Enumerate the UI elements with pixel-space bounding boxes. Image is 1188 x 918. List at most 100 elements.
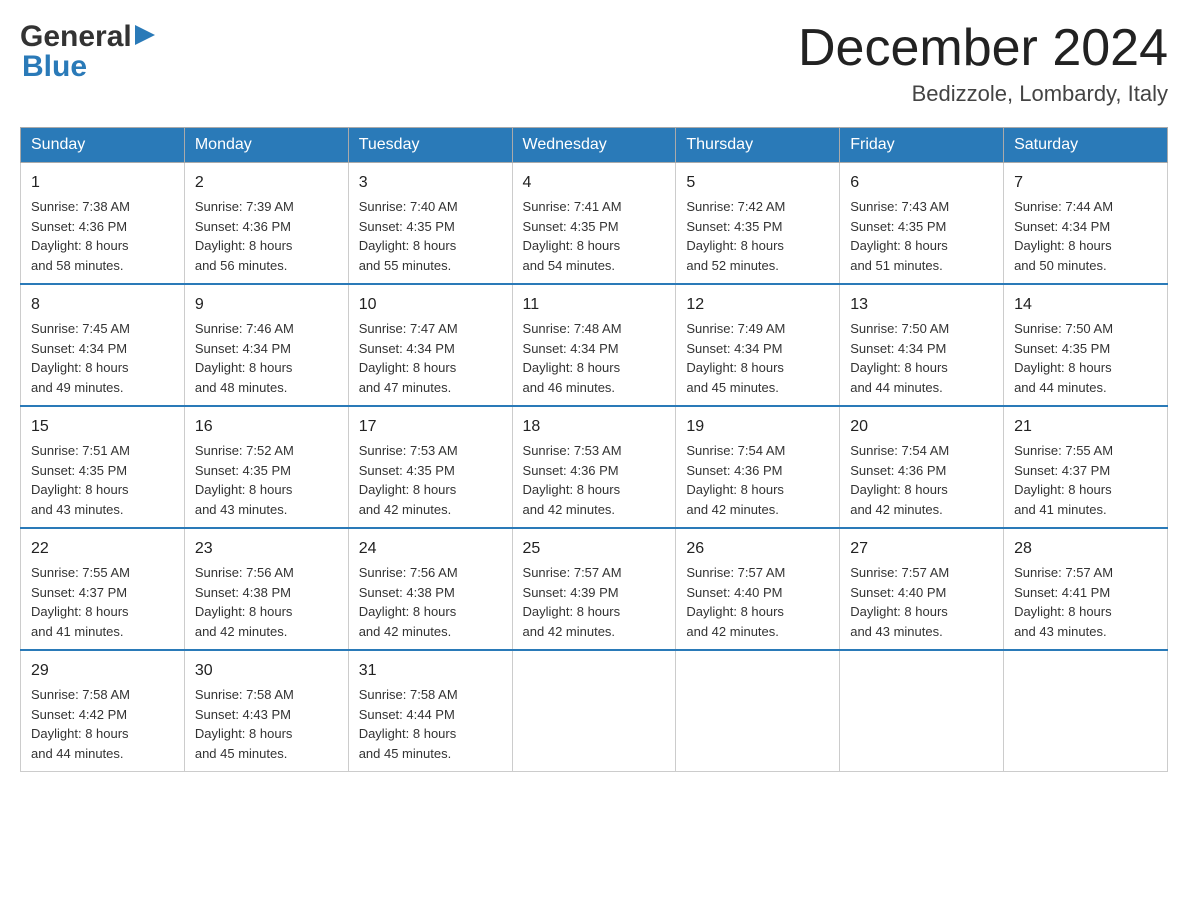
weekday-header-saturday: Saturday [1004, 128, 1168, 163]
calendar-cell: 5 Sunrise: 7:42 AMSunset: 4:35 PMDayligh… [676, 163, 840, 285]
day-info: Sunrise: 7:53 AMSunset: 4:35 PMDaylight:… [359, 443, 458, 517]
day-number: 14 [1014, 293, 1157, 317]
day-info: Sunrise: 7:54 AMSunset: 4:36 PMDaylight:… [686, 443, 785, 517]
day-number: 17 [359, 415, 502, 439]
day-number: 31 [359, 659, 502, 683]
weekday-header-row: SundayMondayTuesdayWednesdayThursdayFrid… [21, 128, 1168, 163]
day-info: Sunrise: 7:42 AMSunset: 4:35 PMDaylight:… [686, 199, 785, 273]
calendar-cell [1004, 650, 1168, 772]
day-info: Sunrise: 7:46 AMSunset: 4:34 PMDaylight:… [195, 321, 294, 395]
day-number: 3 [359, 171, 502, 195]
day-number: 21 [1014, 415, 1157, 439]
calendar-week-1: 1 Sunrise: 7:38 AMSunset: 4:36 PMDayligh… [21, 163, 1168, 285]
day-info: Sunrise: 7:49 AMSunset: 4:34 PMDaylight:… [686, 321, 785, 395]
calendar-cell: 2 Sunrise: 7:39 AMSunset: 4:36 PMDayligh… [184, 163, 348, 285]
calendar-cell: 4 Sunrise: 7:41 AMSunset: 4:35 PMDayligh… [512, 163, 676, 285]
day-number: 30 [195, 659, 338, 683]
day-info: Sunrise: 7:56 AMSunset: 4:38 PMDaylight:… [359, 565, 458, 639]
calendar-cell [512, 650, 676, 772]
day-number: 23 [195, 537, 338, 561]
day-number: 4 [523, 171, 666, 195]
day-info: Sunrise: 7:58 AMSunset: 4:42 PMDaylight:… [31, 687, 130, 761]
logo-general: General [20, 20, 132, 54]
logo-blue-text: Blue [22, 50, 87, 84]
day-number: 20 [850, 415, 993, 439]
calendar-table: SundayMondayTuesdayWednesdayThursdayFrid… [20, 127, 1168, 772]
day-info: Sunrise: 7:45 AMSunset: 4:34 PMDaylight:… [31, 321, 130, 395]
calendar-cell: 15 Sunrise: 7:51 AMSunset: 4:35 PMDaylig… [21, 406, 185, 528]
calendar-cell: 21 Sunrise: 7:55 AMSunset: 4:37 PMDaylig… [1004, 406, 1168, 528]
day-info: Sunrise: 7:48 AMSunset: 4:34 PMDaylight:… [523, 321, 622, 395]
day-info: Sunrise: 7:39 AMSunset: 4:36 PMDaylight:… [195, 199, 294, 273]
day-info: Sunrise: 7:54 AMSunset: 4:36 PMDaylight:… [850, 443, 949, 517]
day-info: Sunrise: 7:55 AMSunset: 4:37 PMDaylight:… [1014, 443, 1113, 517]
title-section: December 2024 Bedizzole, Lombardy, Italy [798, 20, 1168, 107]
weekday-header-wednesday: Wednesday [512, 128, 676, 163]
calendar-cell: 23 Sunrise: 7:56 AMSunset: 4:38 PMDaylig… [184, 528, 348, 650]
logo-arrow [135, 25, 155, 50]
day-number: 1 [31, 171, 174, 195]
day-number: 24 [359, 537, 502, 561]
weekday-header-tuesday: Tuesday [348, 128, 512, 163]
day-number: 16 [195, 415, 338, 439]
day-number: 15 [31, 415, 174, 439]
day-info: Sunrise: 7:51 AMSunset: 4:35 PMDaylight:… [31, 443, 130, 517]
day-info: Sunrise: 7:41 AMSunset: 4:35 PMDaylight:… [523, 199, 622, 273]
calendar-cell: 12 Sunrise: 7:49 AMSunset: 4:34 PMDaylig… [676, 284, 840, 406]
calendar-cell: 29 Sunrise: 7:58 AMSunset: 4:42 PMDaylig… [21, 650, 185, 772]
day-info: Sunrise: 7:47 AMSunset: 4:34 PMDaylight:… [359, 321, 458, 395]
day-number: 13 [850, 293, 993, 317]
day-info: Sunrise: 7:58 AMSunset: 4:44 PMDaylight:… [359, 687, 458, 761]
day-info: Sunrise: 7:43 AMSunset: 4:35 PMDaylight:… [850, 199, 949, 273]
day-info: Sunrise: 7:44 AMSunset: 4:34 PMDaylight:… [1014, 199, 1113, 273]
calendar-cell: 27 Sunrise: 7:57 AMSunset: 4:40 PMDaylig… [840, 528, 1004, 650]
calendar-cell: 6 Sunrise: 7:43 AMSunset: 4:35 PMDayligh… [840, 163, 1004, 285]
day-number: 25 [523, 537, 666, 561]
calendar-cell: 7 Sunrise: 7:44 AMSunset: 4:34 PMDayligh… [1004, 163, 1168, 285]
calendar-cell: 13 Sunrise: 7:50 AMSunset: 4:34 PMDaylig… [840, 284, 1004, 406]
day-number: 18 [523, 415, 666, 439]
calendar-cell: 18 Sunrise: 7:53 AMSunset: 4:36 PMDaylig… [512, 406, 676, 528]
day-number: 19 [686, 415, 829, 439]
calendar-cell: 3 Sunrise: 7:40 AMSunset: 4:35 PMDayligh… [348, 163, 512, 285]
day-info: Sunrise: 7:53 AMSunset: 4:36 PMDaylight:… [523, 443, 622, 517]
calendar-week-3: 15 Sunrise: 7:51 AMSunset: 4:35 PMDaylig… [21, 406, 1168, 528]
day-number: 28 [1014, 537, 1157, 561]
day-info: Sunrise: 7:57 AMSunset: 4:40 PMDaylight:… [686, 565, 785, 639]
day-info: Sunrise: 7:40 AMSunset: 4:35 PMDaylight:… [359, 199, 458, 273]
day-info: Sunrise: 7:57 AMSunset: 4:39 PMDaylight:… [523, 565, 622, 639]
calendar-cell [676, 650, 840, 772]
calendar-cell: 19 Sunrise: 7:54 AMSunset: 4:36 PMDaylig… [676, 406, 840, 528]
calendar-week-2: 8 Sunrise: 7:45 AMSunset: 4:34 PMDayligh… [21, 284, 1168, 406]
weekday-header-friday: Friday [840, 128, 1004, 163]
day-number: 12 [686, 293, 829, 317]
day-number: 11 [523, 293, 666, 317]
day-number: 7 [1014, 171, 1157, 195]
logo: General Blue [20, 20, 155, 84]
calendar-cell: 22 Sunrise: 7:55 AMSunset: 4:37 PMDaylig… [21, 528, 185, 650]
day-number: 6 [850, 171, 993, 195]
weekday-header-monday: Monday [184, 128, 348, 163]
location-title: Bedizzole, Lombardy, Italy [798, 81, 1168, 107]
day-info: Sunrise: 7:50 AMSunset: 4:35 PMDaylight:… [1014, 321, 1113, 395]
calendar-cell: 25 Sunrise: 7:57 AMSunset: 4:39 PMDaylig… [512, 528, 676, 650]
calendar-cell: 9 Sunrise: 7:46 AMSunset: 4:34 PMDayligh… [184, 284, 348, 406]
weekday-header-thursday: Thursday [676, 128, 840, 163]
month-title: December 2024 [798, 20, 1168, 77]
calendar-cell: 11 Sunrise: 7:48 AMSunset: 4:34 PMDaylig… [512, 284, 676, 406]
calendar-cell: 8 Sunrise: 7:45 AMSunset: 4:34 PMDayligh… [21, 284, 185, 406]
day-number: 9 [195, 293, 338, 317]
day-number: 27 [850, 537, 993, 561]
day-info: Sunrise: 7:52 AMSunset: 4:35 PMDaylight:… [195, 443, 294, 517]
calendar-cell: 14 Sunrise: 7:50 AMSunset: 4:35 PMDaylig… [1004, 284, 1168, 406]
calendar-week-5: 29 Sunrise: 7:58 AMSunset: 4:42 PMDaylig… [21, 650, 1168, 772]
calendar-cell: 28 Sunrise: 7:57 AMSunset: 4:41 PMDaylig… [1004, 528, 1168, 650]
calendar-cell: 20 Sunrise: 7:54 AMSunset: 4:36 PMDaylig… [840, 406, 1004, 528]
calendar-cell: 1 Sunrise: 7:38 AMSunset: 4:36 PMDayligh… [21, 163, 185, 285]
day-info: Sunrise: 7:58 AMSunset: 4:43 PMDaylight:… [195, 687, 294, 761]
day-number: 5 [686, 171, 829, 195]
day-number: 22 [31, 537, 174, 561]
calendar-cell: 31 Sunrise: 7:58 AMSunset: 4:44 PMDaylig… [348, 650, 512, 772]
calendar-week-4: 22 Sunrise: 7:55 AMSunset: 4:37 PMDaylig… [21, 528, 1168, 650]
calendar-cell: 24 Sunrise: 7:56 AMSunset: 4:38 PMDaylig… [348, 528, 512, 650]
